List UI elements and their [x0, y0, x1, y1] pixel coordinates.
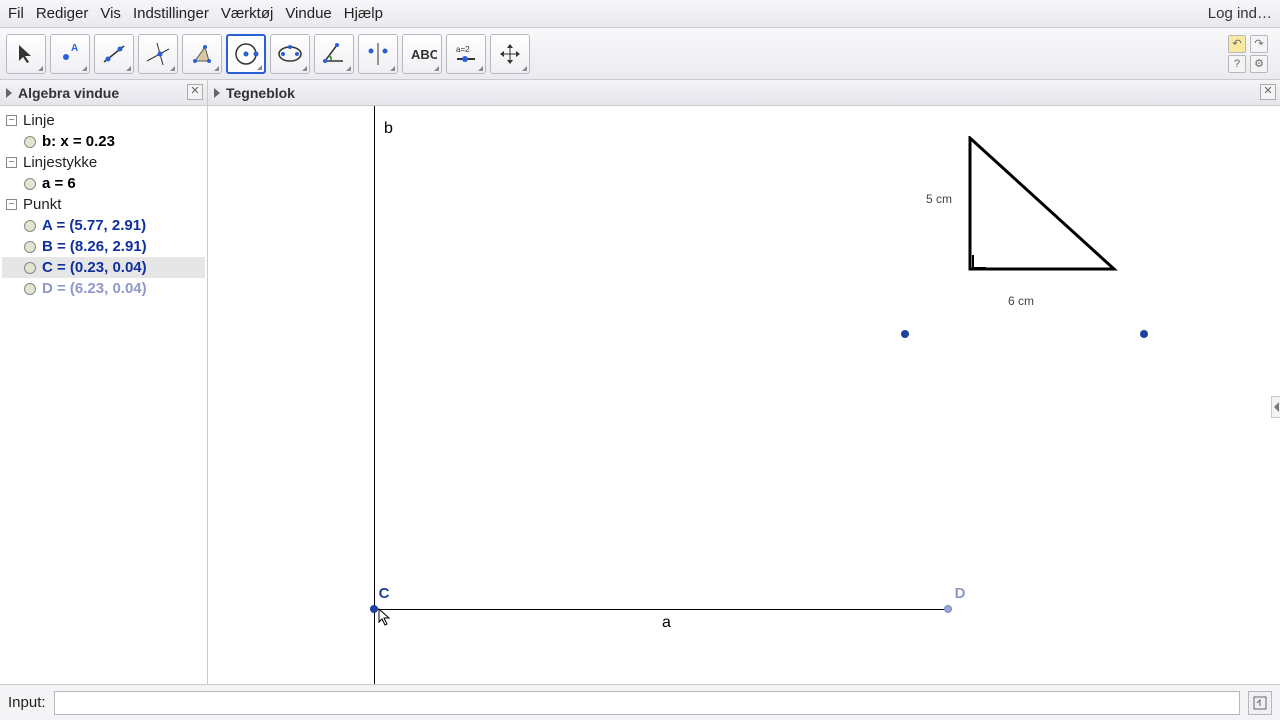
algebra-header: Algebra vindue ✕ — [0, 80, 207, 106]
menu-rediger[interactable]: Rediger — [36, 5, 89, 22]
collapse-icon[interactable] — [6, 88, 12, 98]
tool-text[interactable]: ABC — [402, 34, 442, 74]
side-panel-toggle[interactable] — [1271, 396, 1280, 418]
obj-label: C = (0.23, 0.04) — [42, 259, 147, 276]
obj-point-b[interactable]: B = (8.26, 2.91) — [2, 236, 205, 257]
tool-point[interactable]: A — [50, 34, 90, 74]
tool-line[interactable] — [94, 34, 134, 74]
tool-angle[interactable] — [314, 34, 354, 74]
cat-linjestykke[interactable]: −Linjestykke — [2, 152, 205, 173]
segment-a-label: a — [662, 614, 671, 632]
collapse-icon[interactable] — [214, 88, 220, 98]
line-b-label: b — [384, 120, 393, 138]
login-link[interactable]: Log ind… — [1208, 5, 1272, 22]
command-input[interactable] — [54, 691, 1240, 715]
triangle-figure — [968, 136, 1118, 286]
triangle-side-h: 6 cm — [1008, 294, 1034, 308]
menu-hjaelp[interactable]: Hjælp — [344, 5, 383, 22]
tool-ellipse[interactable] — [270, 34, 310, 74]
algebra-title: Algebra vindue — [18, 85, 119, 101]
undo-icon[interactable]: ↶ — [1228, 35, 1246, 53]
visibility-icon[interactable] — [24, 241, 36, 253]
tool-polygon[interactable] — [182, 34, 222, 74]
obj-point-c[interactable]: C = (0.23, 0.04) — [2, 257, 205, 278]
tool-move[interactable] — [6, 34, 46, 74]
redo-icon[interactable]: ↷ — [1250, 35, 1268, 53]
tool-pan[interactable] — [490, 34, 530, 74]
menu-vis[interactable]: Vis — [100, 5, 121, 22]
visibility-icon[interactable] — [24, 220, 36, 232]
menu-bar: Fil Rediger Vis Indstillinger Værktøj Vi… — [0, 0, 1280, 28]
svg-text:A: A — [71, 43, 78, 54]
obj-label: B = (8.26, 2.91) — [42, 238, 147, 255]
tool-circle[interactable] — [226, 34, 266, 74]
triangle-side-v: 5 cm — [926, 192, 952, 206]
toolbar-right: ↶ ↷ ? ⚙ — [1228, 35, 1274, 73]
menu-indstillinger[interactable]: Indstillinger — [133, 5, 209, 22]
tool-slider[interactable]: a=2 — [446, 34, 486, 74]
visibility-icon[interactable] — [24, 178, 36, 190]
obj-point-d[interactable]: D = (6.23, 0.04) — [2, 278, 205, 299]
graphics-canvas[interactable]: b 5 cm 6 cm C D a — [208, 106, 1280, 684]
obj-label: a = 6 — [42, 175, 76, 192]
obj-label: b: x = 0.23 — [42, 133, 115, 150]
segment-a[interactable] — [374, 609, 948, 610]
visibility-icon[interactable] — [24, 283, 36, 295]
obj-label: A = (5.77, 2.91) — [42, 217, 146, 234]
point-a[interactable] — [901, 330, 909, 338]
tool-reflect[interactable] — [358, 34, 398, 74]
close-icon[interactable]: ✕ — [187, 84, 203, 100]
obj-segment-a[interactable]: a = 6 — [2, 173, 205, 194]
cat-label: Punkt — [23, 196, 61, 213]
obj-point-a[interactable]: A = (5.77, 2.91) — [2, 215, 205, 236]
cursor-icon — [378, 608, 392, 626]
algebra-tree: −Linje b: x = 0.23 −Linjestykke a = 6 −P… — [0, 106, 207, 684]
expand-icon[interactable]: − — [6, 115, 17, 126]
menu-vindue[interactable]: Vindue — [285, 5, 331, 22]
input-bar: Input: — [0, 684, 1280, 720]
point-d[interactable] — [944, 605, 952, 613]
point-c-label: C — [379, 585, 390, 602]
cat-punkt[interactable]: −Punkt — [2, 194, 205, 215]
graphics-header: Tegneblok ✕ — [208, 80, 1280, 106]
obj-label: D = (6.23, 0.04) — [42, 280, 147, 297]
input-help-icon[interactable] — [1248, 691, 1272, 715]
menu-fil[interactable]: Fil — [8, 5, 24, 22]
cat-label: Linje — [23, 112, 55, 129]
algebra-panel: Algebra vindue ✕ −Linje b: x = 0.23 −Lin… — [0, 80, 208, 684]
graphics-panel: Tegneblok ✕ b 5 cm 6 cm C D a — [208, 80, 1280, 684]
menu-vaerktoj[interactable]: Værktøj — [221, 5, 274, 22]
tool-bar: A ABC a=2 ↶ ↷ ? ⚙ — [0, 28, 1280, 80]
settings-icon[interactable]: ⚙ — [1250, 55, 1268, 73]
right-angle-icon — [972, 255, 986, 269]
point-b[interactable] — [1140, 330, 1148, 338]
line-b[interactable] — [374, 106, 375, 684]
help-icon[interactable]: ? — [1228, 55, 1246, 73]
visibility-icon[interactable] — [24, 136, 36, 148]
obj-line-b[interactable]: b: x = 0.23 — [2, 131, 205, 152]
close-icon[interactable]: ✕ — [1260, 84, 1276, 100]
svg-text:a=2: a=2 — [456, 45, 470, 54]
cat-label: Linjestykke — [23, 154, 97, 171]
graphics-title: Tegneblok — [226, 85, 295, 101]
svg-text:ABC: ABC — [411, 47, 437, 62]
expand-icon[interactable]: − — [6, 199, 17, 210]
point-d-label: D — [955, 585, 966, 602]
visibility-icon[interactable] — [24, 262, 36, 274]
input-label: Input: — [8, 694, 46, 711]
tool-perpendicular[interactable] — [138, 34, 178, 74]
cat-linje[interactable]: −Linje — [2, 110, 205, 131]
point-c[interactable] — [370, 605, 378, 613]
expand-icon[interactable]: − — [6, 157, 17, 168]
